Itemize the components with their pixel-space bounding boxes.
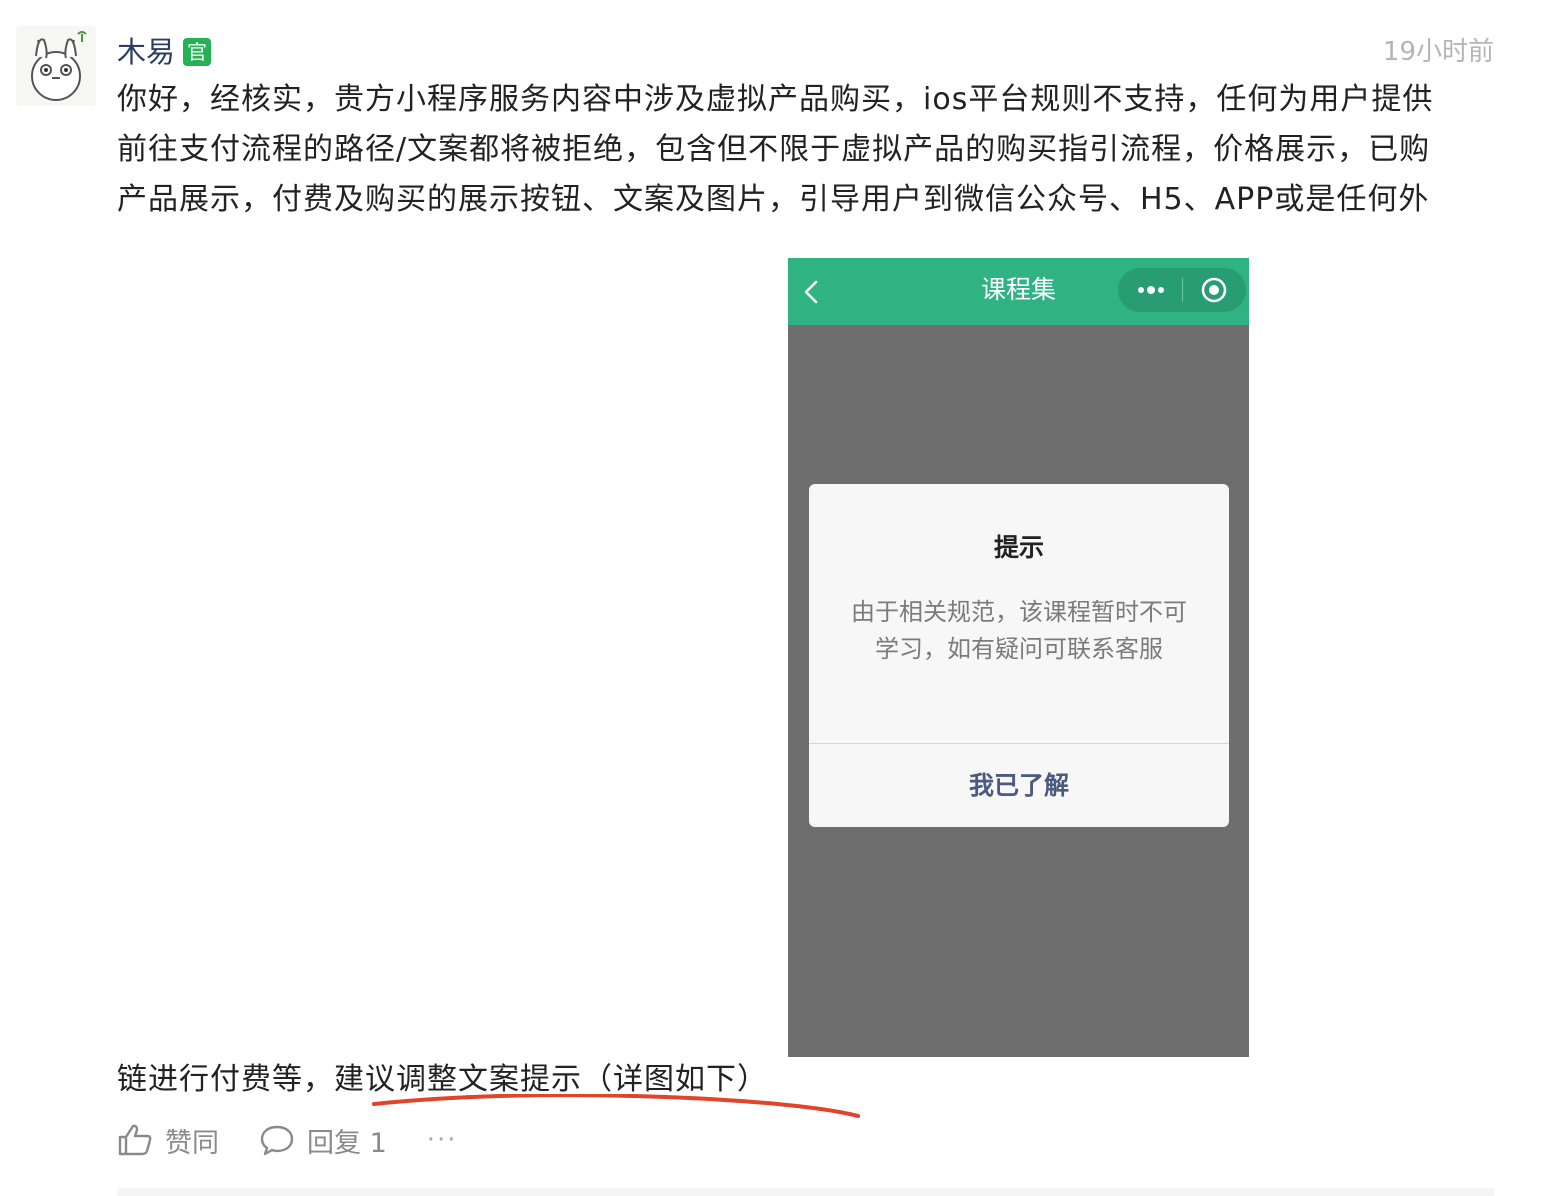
comment-time: 19小时前 — [1382, 37, 1494, 67]
embedded-screenshot[interactable]: 课程集 提示 由于相关规范，该课程暂时不可学习，如有疑问可联系客服 我已了解 — [788, 258, 1249, 1057]
dialog-confirm-button[interactable]: 我已了解 — [809, 744, 1229, 827]
alert-dialog: 提示 由于相关规范，该课程暂时不可学习，如有疑问可联系客服 我已了解 — [809, 484, 1229, 827]
comment-author[interactable]: 木易 官 — [117, 32, 212, 72]
bottom-divider — [117, 1188, 1494, 1196]
reply-label: 回复 1 — [307, 1127, 387, 1159]
like-label: 赞同 — [165, 1127, 219, 1159]
thumbs-up-icon — [118, 1124, 152, 1156]
comment-line: 前往支付流程的路径/文案都将被拒绝，包含但不限于虚拟产品的购买指引流程，价格展示… — [117, 132, 1431, 167]
comment-line: 你好，经核实，贵方小程序服务内容中涉及虚拟产品购买，ios平台规则不支持，任何为… — [117, 82, 1434, 117]
close-target-icon[interactable] — [1200, 276, 1228, 304]
comment-bubble-icon — [260, 1125, 294, 1156]
capsule-divider — [1182, 278, 1183, 302]
comment-line: 产品展示，付费及购买的展示按钮、文案及图片，引导用户到微信公众号、H5、APP或… — [117, 182, 1430, 217]
author-name[interactable]: 木易 — [117, 32, 175, 72]
more-options-icon[interactable]: ··· — [427, 1125, 458, 1155]
more-dots-icon[interactable] — [1136, 280, 1166, 300]
comment-body: 你好，经核实，贵方小程序服务内容中涉及虚拟产品购买，ios平台规则不支持，任何为… — [117, 75, 1487, 225]
capsule-menu[interactable] — [1118, 268, 1246, 312]
official-badge: 官 — [183, 38, 212, 66]
reply-button[interactable]: 回复 1 — [259, 1121, 387, 1160]
like-button[interactable]: 赞同 — [117, 1121, 219, 1160]
dialog-message: 由于相关规范，该课程暂时不可学习，如有疑问可联系客服 — [851, 598, 1187, 663]
user-avatar[interactable] — [16, 26, 96, 106]
comment-actions: 赞同 回复 1 ··· — [117, 1118, 458, 1162]
miniprogram-navbar: 课程集 — [788, 258, 1249, 325]
dialog-title: 提示 — [993, 533, 1044, 562]
